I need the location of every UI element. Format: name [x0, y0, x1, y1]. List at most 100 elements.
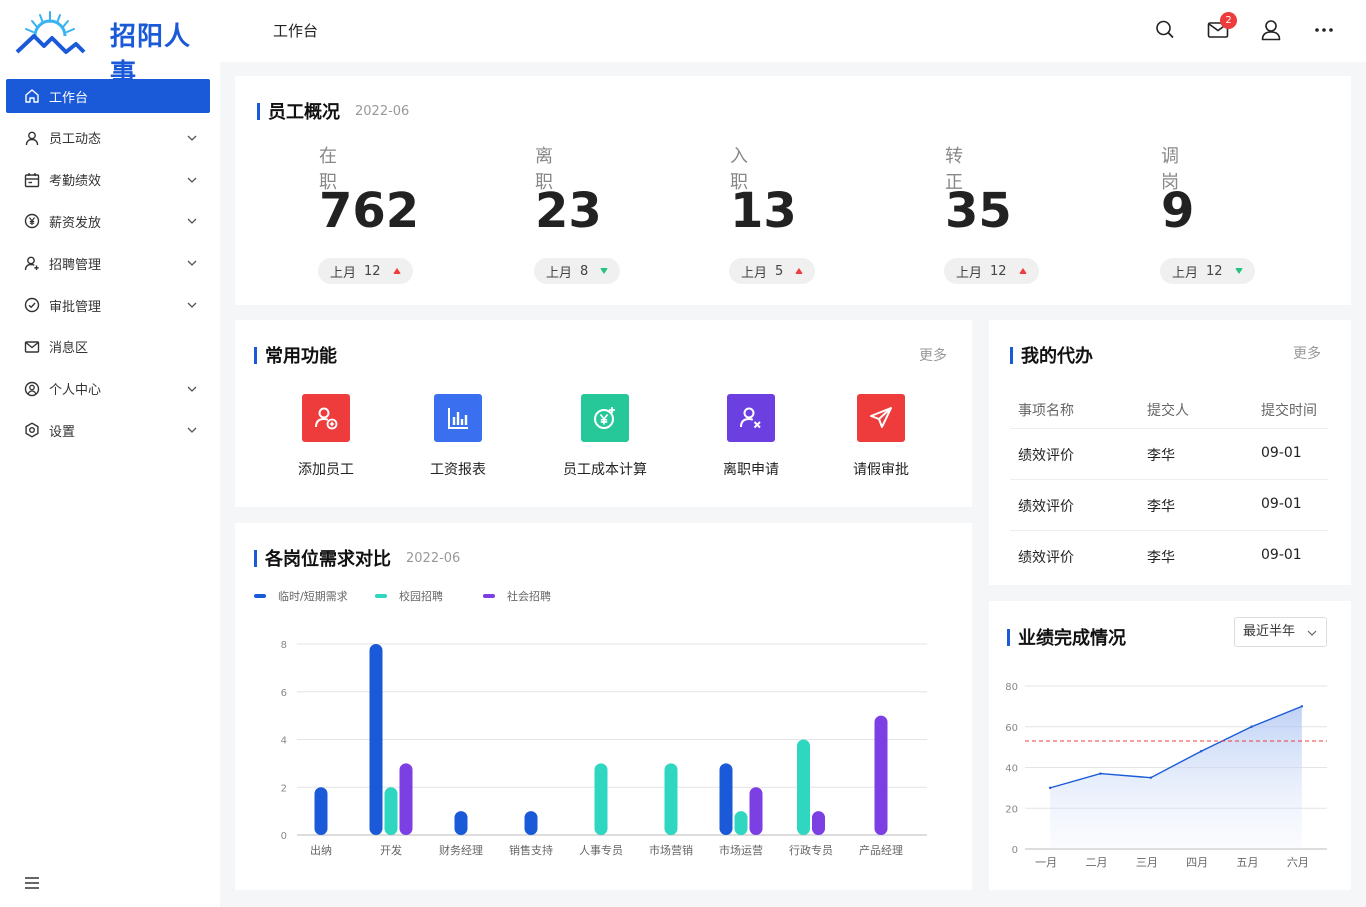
chevron-down-icon — [187, 428, 197, 434]
bar-report-icon — [434, 394, 482, 442]
bar — [734, 811, 748, 835]
x-tick-label: 财务经理 — [439, 843, 483, 857]
sidebar-item-workbench[interactable]: 工作台 — [6, 79, 210, 113]
bar — [384, 787, 398, 835]
sidebar-item-attendance[interactable]: 考勤绩效 — [6, 159, 210, 201]
demand-date: 2022-06 — [406, 550, 461, 566]
x-tick-label: 市场运营 — [719, 843, 763, 857]
trend-up-icon — [1018, 268, 1027, 274]
x-tick-label: 销售支持 — [509, 843, 553, 857]
legend-swatch — [483, 594, 495, 598]
demand-title: 各岗位需求对比 2022-06 — [254, 545, 460, 571]
more-options-icon[interactable] — [1314, 27, 1334, 33]
legend-swatch — [375, 594, 387, 598]
stat-compare-pill: 上月 12 — [944, 258, 1039, 284]
sidebar-item-approval[interactable]: 审批管理 — [6, 284, 210, 326]
sidebar-item-settings[interactable]: 设置 — [6, 410, 210, 452]
stat-compare-pill: 上月 12 — [318, 258, 413, 284]
user-add-icon — [23, 254, 41, 272]
data-point — [1300, 705, 1304, 708]
legend-label: 社会招聘 — [507, 590, 551, 603]
x-tick-label: 产品经理 — [859, 843, 903, 857]
sidebar-item-profile[interactable]: 个人中心 — [6, 368, 210, 410]
performance-area-chart: 0 20 40 60 80 一月 二月 三月 四月 五月 六月 — [1005, 682, 1327, 869]
todo-col-header: 提交时间 — [1261, 403, 1317, 419]
x-tick-label: 四月 — [1186, 856, 1208, 869]
compare-value: 8 — [580, 263, 589, 279]
range-select[interactable]: 最近半年 — [1234, 617, 1327, 647]
todo-cell-submitter: 李华 — [1147, 448, 1175, 464]
quick-add-employee[interactable]: 添加员工 — [276, 394, 376, 479]
sidebar-item-label: 个人中心 — [49, 383, 102, 399]
todo-title-text: 我的代办 — [1021, 346, 1093, 367]
legend-item[interactable]: 临时/短期需求 — [254, 588, 348, 604]
demand-bar-chart: 0 2 4 6 8 出纳 开发 财务经理 销售支持 人事专员 市场营销 市场运营 行政专员 产品经理 — [281, 640, 927, 857]
stat-value: 9 — [1161, 183, 1195, 239]
top-bar: 工作台 — [220, 0, 1366, 62]
legend-item[interactable]: 校园招聘 — [375, 588, 443, 604]
table-row[interactable]: 绩效评价 李华 09-01 — [1010, 428, 1328, 479]
user-icon[interactable] — [1261, 19, 1281, 41]
cost-calc-icon — [581, 394, 629, 442]
y-tick-label: 40 — [1005, 764, 1018, 775]
todo-cell-name: 绩效评价 — [1018, 448, 1074, 464]
todo-more-link[interactable]: 更多 — [1293, 343, 1321, 363]
bar — [812, 811, 825, 835]
data-point — [1149, 776, 1153, 779]
table-row[interactable]: 绩效评价 李华 09-01 — [1010, 530, 1328, 581]
sidebar-item-recruitment[interactable]: 招聘管理 — [6, 242, 210, 284]
quick-salary-report[interactable]: 工资报表 — [408, 394, 508, 479]
quick-resign-apply[interactable]: 离职申请 — [701, 394, 801, 479]
demand-title-text: 各岗位需求对比 — [265, 549, 391, 570]
chevron-down-icon — [187, 219, 197, 225]
bar — [797, 739, 810, 835]
y-tick-label: 0 — [1012, 845, 1018, 856]
y-tick-label: 8 — [281, 640, 287, 651]
search-icon[interactable] — [1155, 19, 1175, 41]
bar — [594, 763, 608, 835]
chevron-down-icon — [187, 302, 197, 308]
bar — [399, 763, 413, 835]
x-tick-label: 二月 — [1086, 856, 1108, 869]
chevron-down-icon — [1307, 630, 1317, 636]
quick-title-text: 常用功能 — [265, 346, 337, 367]
stat-value: 23 — [535, 183, 602, 239]
send-icon — [857, 394, 905, 442]
data-point — [1048, 786, 1052, 790]
data-point — [1099, 772, 1102, 775]
user-icon — [23, 129, 41, 147]
sidebar-item-label: 招聘管理 — [49, 257, 102, 273]
bar — [314, 787, 328, 835]
quick-label: 离职申请 — [723, 462, 779, 478]
x-tick-label: 一月 — [1035, 856, 1057, 869]
sun-mountain-logo-icon — [15, 11, 86, 54]
title-accent-bar — [257, 102, 260, 120]
performance-title-text: 业绩完成情况 — [1018, 628, 1126, 649]
sidebar-item-salary[interactable]: 薪资发放 — [6, 201, 210, 243]
compare-label: 上月 — [546, 265, 573, 281]
overview-date: 2022-06 — [355, 103, 410, 119]
trend-down-icon — [600, 268, 609, 274]
sidebar-item-messages[interactable]: 消息区 — [6, 326, 210, 368]
quick-leave-approval[interactable]: 请假审批 — [831, 394, 931, 479]
quick-label: 工资报表 — [430, 462, 486, 478]
quick-more-link[interactable]: 更多 — [919, 345, 947, 365]
legend-item[interactable]: 社会招聘 — [483, 588, 551, 604]
compare-label: 上月 — [330, 265, 357, 281]
title-accent-bar — [254, 549, 257, 567]
sidebar-item-label: 审批管理 — [49, 299, 102, 315]
chevron-down-icon — [187, 135, 197, 141]
brand-logo[interactable]: 招阳人事 — [14, 6, 214, 89]
quick-cost-calc[interactable]: 员工成本计算 — [555, 394, 655, 479]
range-select-value: 最近半年 — [1243, 624, 1296, 639]
compare-value: 12 — [990, 263, 1007, 279]
todo-col-header: 提交人 — [1147, 403, 1189, 419]
y-tick-label: 6 — [281, 688, 287, 699]
chevron-down-icon — [187, 386, 197, 392]
table-row[interactable]: 绩效评价 李华 09-01 — [1010, 479, 1328, 530]
y-tick-label: 2 — [281, 783, 287, 794]
sidebar-item-employee-dynamics[interactable]: 员工动态 — [6, 117, 210, 159]
menu-toggle-icon[interactable] — [24, 876, 40, 890]
page-title: 工作台 — [273, 22, 319, 40]
todo-cell-name: 绩效评价 — [1018, 550, 1074, 566]
